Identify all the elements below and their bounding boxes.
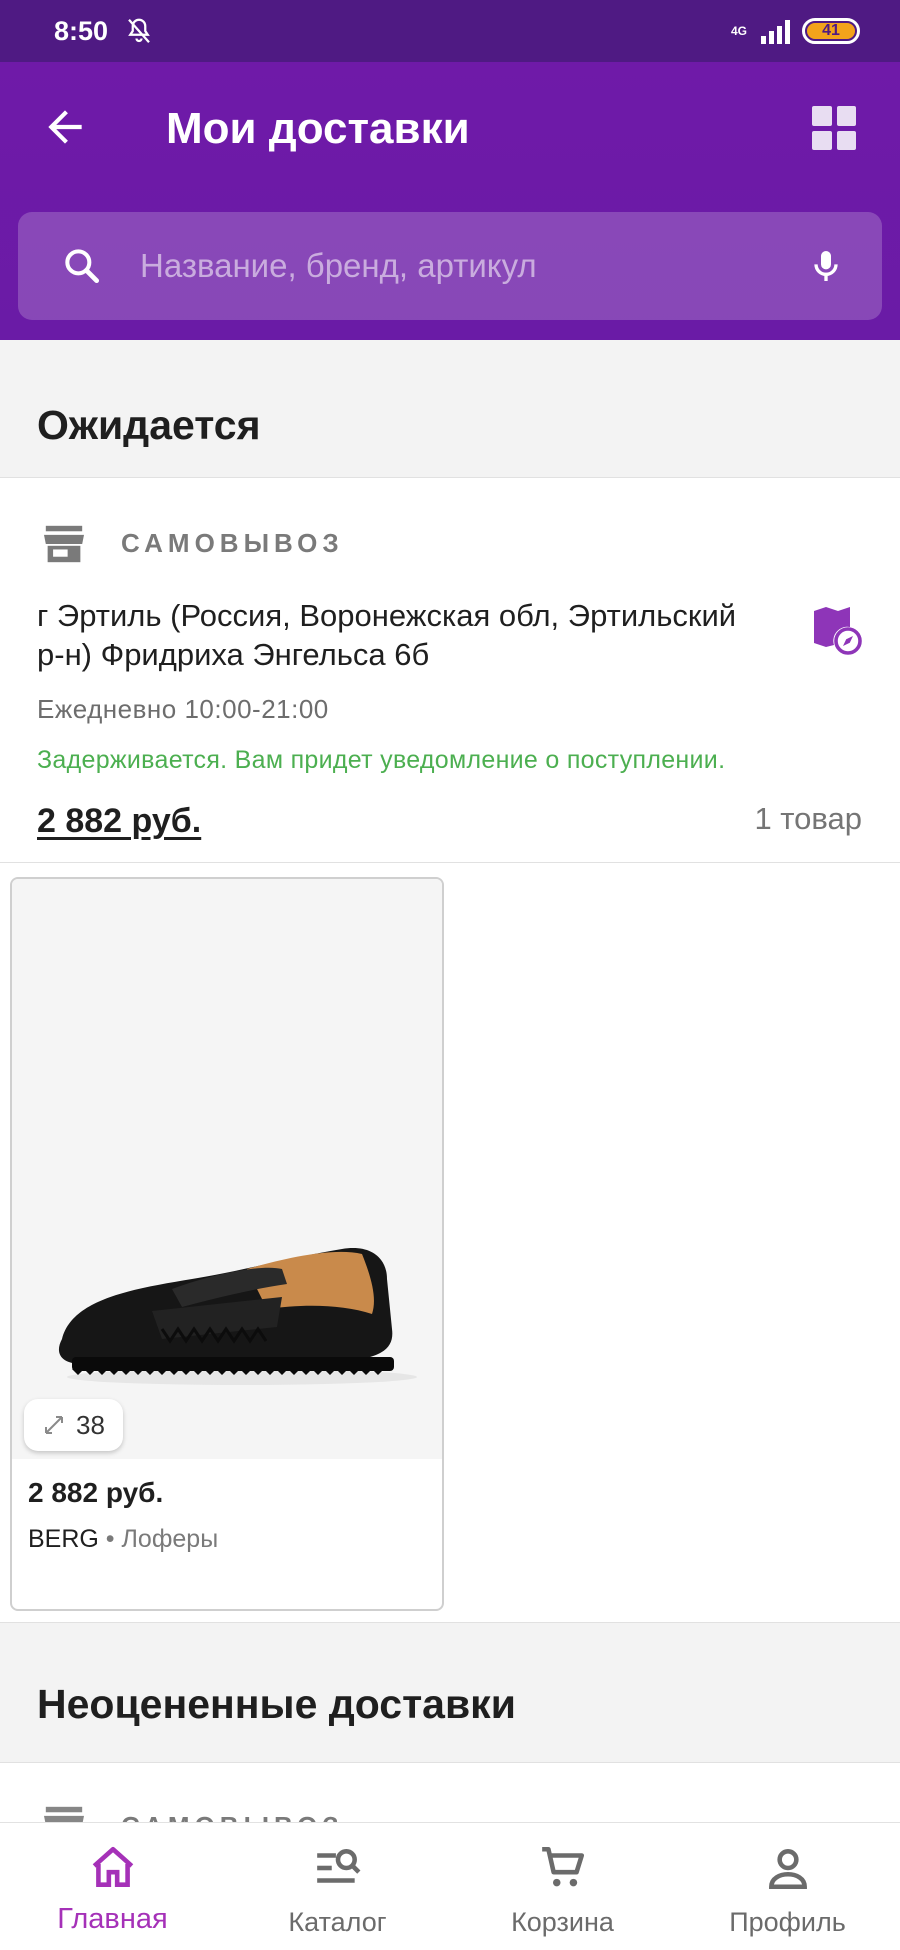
loafer-shoe-image	[58, 1248, 417, 1385]
meta-separator: •	[98, 1525, 122, 1553]
map-navigation-icon[interactable]	[810, 603, 862, 655]
nav-home[interactable]: Главная	[0, 1823, 225, 1950]
search-bar[interactable]: Название, бренд, артикул	[18, 212, 882, 320]
battery-level: 41	[822, 22, 840, 39]
resize-icon	[45, 1416, 63, 1434]
bottom-navigation: Главная Каталог Корзина Профиль	[0, 1822, 900, 1950]
network-type: 4G	[730, 24, 747, 38]
delivery-card-2[interactable]: САМОВЫВОЗ	[0, 1762, 900, 1822]
section-unrated: Неоцененные доставки	[0, 1623, 900, 1762]
nav-catalog-label: Каталог	[288, 1907, 387, 1937]
size-value: 38	[76, 1409, 105, 1440]
signal-icon	[761, 18, 790, 44]
section-title-unrated: Неоцененные доставки	[37, 1681, 516, 1727]
home-icon	[92, 1846, 133, 1887]
size-badge: 38	[24, 1399, 123, 1451]
store-icon	[44, 525, 84, 563]
nav-cart[interactable]: Корзина	[450, 1823, 675, 1950]
delivery-status: Задерживается. Вам придет уведомление о …	[37, 746, 726, 774]
store-icon	[44, 1806, 84, 1822]
items-count: 1 товар	[754, 801, 862, 836]
nav-cart-label: Корзина	[511, 1907, 614, 1937]
product-card[interactable]: 38 2 882 руб. BERG • Лоферы	[10, 877, 444, 1611]
battery-icon: 41	[802, 18, 860, 44]
search-input[interactable]: Название, бренд, артикул	[140, 247, 806, 285]
status-time: 8:50	[54, 15, 109, 46]
microphone-icon[interactable]	[806, 244, 846, 288]
back-arrow-icon[interactable]	[40, 102, 90, 152]
nav-catalog[interactable]: Каталог	[225, 1823, 450, 1950]
nav-profile[interactable]: Профиль	[675, 1823, 900, 1950]
delivery-method-2: САМОВЫВОЗ	[121, 1811, 344, 1822]
section-expected: Ожидается	[0, 340, 900, 477]
app-bar: Мои доставки Название, бренд, артикул	[0, 62, 900, 340]
product-category: Лоферы	[121, 1525, 219, 1553]
product-meta: BERG • Лоферы	[28, 1525, 218, 1554]
nav-profile-label: Профиль	[729, 1907, 846, 1937]
product-brand: BERG	[28, 1525, 99, 1553]
delivery-card[interactable]: САМОВЫВОЗ г Эртиль (Россия, Воронежская …	[0, 477, 900, 863]
delivery-total[interactable]: 2 882 руб.	[37, 802, 201, 841]
products-grid: 38 2 882 руб. BERG • Лоферы	[0, 863, 900, 1623]
cart-icon	[541, 1846, 584, 1887]
status-bar: 8:50 4G 41	[0, 0, 900, 62]
profile-icon	[768, 1849, 807, 1890]
search-icon	[65, 249, 100, 284]
pickup-hours: Ежедневно 10:00-21:00	[37, 694, 329, 724]
nav-home-label: Главная	[57, 1903, 168, 1935]
catalog-icon	[316, 1849, 360, 1883]
section-title-expected: Ожидается	[37, 402, 261, 448]
notifications-off-icon	[128, 18, 150, 43]
delivery-method: САМОВЫВОЗ	[121, 528, 344, 558]
page-title: Мои доставки	[166, 104, 470, 153]
product-image: 38	[12, 879, 442, 1459]
delivery-address: г Эртиль (Россия, Воронежская обл, Эртил…	[37, 598, 737, 672]
product-price: 2 882 руб.	[28, 1477, 164, 1508]
grid-view-icon[interactable]	[812, 106, 856, 150]
